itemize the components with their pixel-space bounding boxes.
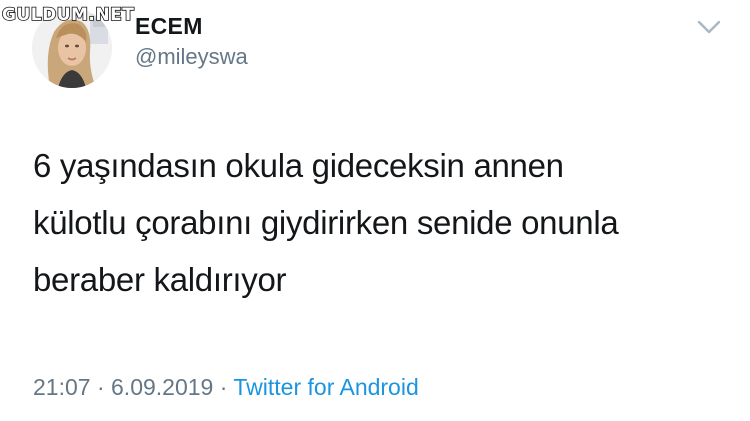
tweet-meta: 21:07 · 6.09.2019 · Twitter for Android [33,374,419,401]
display-name[interactable]: ECEM [135,13,203,40]
chevron-down-icon[interactable] [696,18,722,36]
watermark-logo: GULDUM.NET [1,4,135,26]
tweet-date[interactable]: 6.09.2019 [111,374,213,400]
meta-separator: · [219,374,228,400]
user-handle[interactable]: @mileyswa [135,44,248,70]
tweet-text: 6 yaşındasın okula gideceksin annen külo… [33,147,619,298]
meta-separator: · [96,374,105,400]
tweet-time[interactable]: 21:07 [33,374,91,400]
tweet-source-link[interactable]: Twitter for Android [233,374,418,400]
